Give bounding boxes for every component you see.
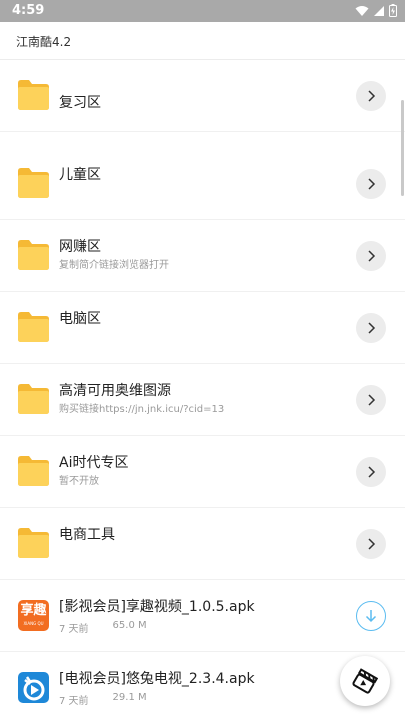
open-folder-button[interactable] [356,241,386,271]
folder-row[interactable]: 复习区 [0,60,405,132]
folder-subtitle: 暂不开放 [59,476,99,487]
file-name: [影视会员]享趣视频_1.0.5.apk [59,599,255,615]
open-folder-button[interactable] [356,385,386,415]
file-list: 复习区 儿童区 网赚区 复制简介链接浏览器打开 电脑区 高清可用奥维图源 购买链… [0,60,405,720]
folder-icon [18,168,49,198]
folder-row[interactable]: 儿童区 [0,148,405,220]
app-icon: 享趣 XIANG QU [18,600,49,631]
app-icon [18,672,49,703]
chevron-right-icon [368,538,376,550]
folder-icon [18,240,49,270]
open-folder-button[interactable] [356,457,386,487]
folder-subtitle: 购买链接https://jn.jnk.icu/?cid=13 [59,404,225,415]
app-icon-subtext: XIANG QU [23,621,44,626]
file-age: 7 天前 [59,696,89,707]
folder-icon [18,312,49,342]
open-folder-button[interactable] [356,81,386,111]
folder-name: 儿童区 [59,167,101,183]
app-icon-text: 享趣 [20,603,47,618]
folder-row[interactable]: 电商工具 [0,508,405,580]
folder-name: 电商工具 [59,527,115,543]
folder-row[interactable]: 高清可用奥维图源 购买链接https://jn.jnk.icu/?cid=13 [0,364,405,436]
folder-row[interactable]: Ai时代专区 暂不开放 [0,436,405,508]
folder-name: 电脑区 [59,311,101,327]
rabbit-tv-icon [23,676,45,701]
app-header: 江南酷4.2 [0,22,405,60]
folder-icon [18,456,49,486]
download-button[interactable] [356,601,386,631]
status-icons [355,4,397,17]
file-size: 65.0 M [112,620,147,631]
file-meta: 7 天前 65.0 M [59,620,147,635]
chevron-right-icon [368,322,376,334]
folder-icon [18,80,49,110]
folder-subtitle: 复制简介链接浏览器打开 [59,260,169,271]
page-title: 江南酷4.2 [16,35,72,49]
status-time: 4:59 [12,3,45,18]
chevron-right-icon [368,250,376,262]
chevron-right-icon [368,466,376,478]
chevron-right-icon [368,178,376,190]
open-folder-button[interactable] [356,529,386,559]
chevron-right-icon [368,394,376,406]
folder-name: 高清可用奥维图源 [59,383,171,399]
folder-name: Ai时代专区 [59,455,129,471]
scrollbar-thumb[interactable] [401,100,404,196]
file-size: 29.1 M [112,692,147,703]
folder-icon [18,384,49,414]
open-folder-button[interactable] [356,313,386,343]
open-folder-button[interactable] [356,169,386,199]
download-icon [365,610,377,623]
file-meta: 7 天前 29.1 M [59,692,147,707]
file-age: 7 天前 [59,624,89,635]
file-row[interactable]: 享趣 XIANG QU [影视会员]享趣视频_1.0.5.apk 7 天前 65… [0,580,405,652]
file-name: [电视会员]悠兔电视_2.3.4.apk [59,671,255,687]
signal-icon [374,5,384,16]
battery-icon [389,4,397,17]
status-bar: 4:59 [0,0,405,22]
folder-name: 复习区 [59,95,101,111]
wifi-icon [355,5,369,16]
chevron-right-icon [368,90,376,102]
folder-row[interactable]: 网赚区 复制简介链接浏览器打开 [0,220,405,292]
floating-action-button[interactable] [340,656,390,706]
folder-icon [18,528,49,558]
folder-name: 网赚区 [59,239,101,255]
clapperboard-icon [352,668,378,694]
folder-row[interactable]: 电脑区 [0,292,405,364]
